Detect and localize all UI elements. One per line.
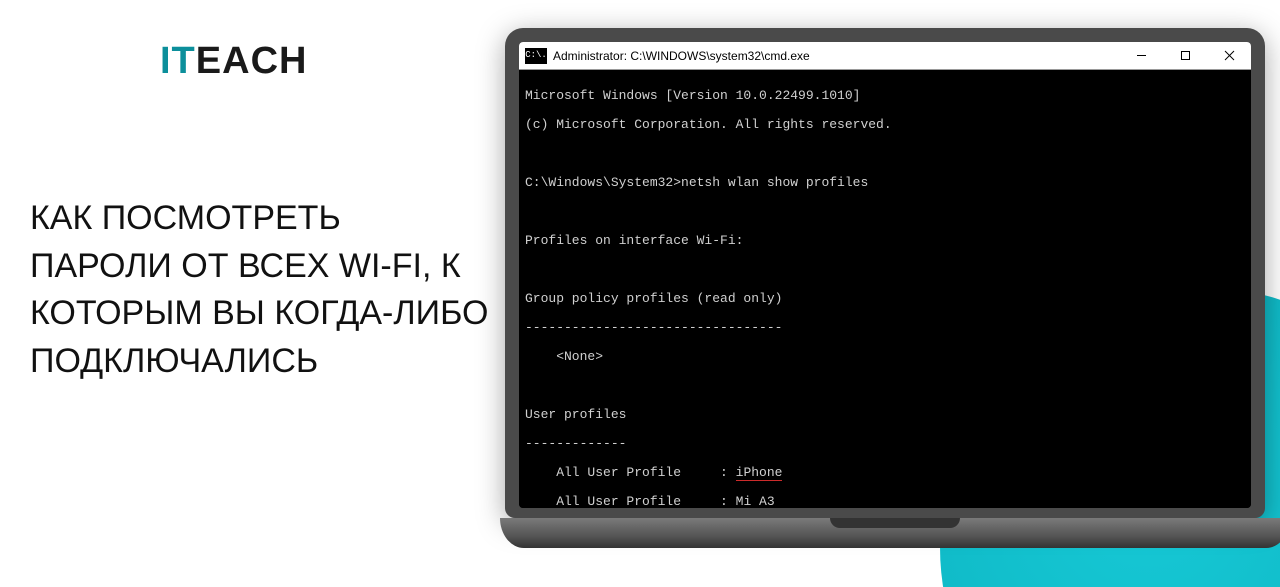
laptop-lid: C:\. Administrator: C:\WINDOWS\system32\…: [505, 28, 1265, 518]
profile-row-1: All User Profile : Mi A3: [525, 495, 1245, 509]
maximize-icon: [1180, 50, 1191, 61]
blank-line: [525, 263, 1245, 278]
close-icon: [1224, 50, 1235, 61]
terminal-body[interactable]: Microsoft Windows [Version 10.0.22499.10…: [519, 70, 1251, 508]
prompt-1-path: C:\Windows\System32>: [525, 175, 681, 190]
brand-each: EACH: [196, 40, 308, 82]
minimize-button[interactable]: [1119, 42, 1163, 70]
headline-text: КАК ПОСМОТРЕТЬ ПАРОЛИ ОТ ВСЕХ WI-FI, К К…: [30, 195, 490, 385]
user-heading: User profiles: [525, 408, 1245, 423]
maximize-button[interactable]: [1163, 42, 1207, 70]
blank-line: [525, 205, 1245, 220]
profile-label: All User Profile :: [525, 494, 736, 509]
close-button[interactable]: [1207, 42, 1251, 70]
version-line: Microsoft Windows [Version 10.0.22499.10…: [525, 89, 1245, 104]
profile-label: All User Profile :: [525, 465, 736, 480]
brand-logo: ITEACH: [160, 40, 307, 83]
brand-it: IT: [160, 40, 196, 82]
laptop-screen: C:\. Administrator: C:\WINDOWS\system32\…: [519, 42, 1251, 508]
laptop-mockup: C:\. Administrator: C:\WINDOWS\system32\…: [500, 28, 1270, 568]
prompt-1: C:\Windows\System32>netsh wlan show prof…: [525, 176, 1245, 191]
copyright-line: (c) Microsoft Corporation. All rights re…: [525, 118, 1245, 133]
cmd-titlebar[interactable]: C:\. Administrator: C:\WINDOWS\system32\…: [519, 42, 1251, 70]
profile-name-0: iPhone: [736, 465, 783, 481]
blank-line: [525, 379, 1245, 394]
gp-heading: Group policy profiles (read only): [525, 292, 1245, 307]
page: ITEACH КАК ПОСМОТРЕТЬ ПАРОЛИ ОТ ВСЕХ WI-…: [0, 0, 1280, 587]
profile-row-0: All User Profile : iPhone: [525, 466, 1245, 481]
user-dashes: -------------: [525, 437, 1245, 452]
cmd-icon: C:\.: [525, 48, 547, 64]
profile-name-1: Mi A3: [736, 494, 775, 509]
laptop-base: [500, 518, 1280, 548]
blank-line: [525, 147, 1245, 162]
interface-heading: Profiles on interface Wi-Fi:: [525, 234, 1245, 249]
gp-none: <None>: [525, 350, 1245, 365]
cmd-title: Administrator: C:\WINDOWS\system32\cmd.e…: [553, 49, 810, 63]
minimize-icon: [1136, 50, 1147, 61]
gp-dashes: ---------------------------------: [525, 321, 1245, 336]
prompt-1-cmd: netsh wlan show profiles: [681, 175, 868, 190]
cmd-window: C:\. Administrator: C:\WINDOWS\system32\…: [519, 42, 1251, 508]
cmd-icon-text: C:\.: [525, 51, 547, 60]
